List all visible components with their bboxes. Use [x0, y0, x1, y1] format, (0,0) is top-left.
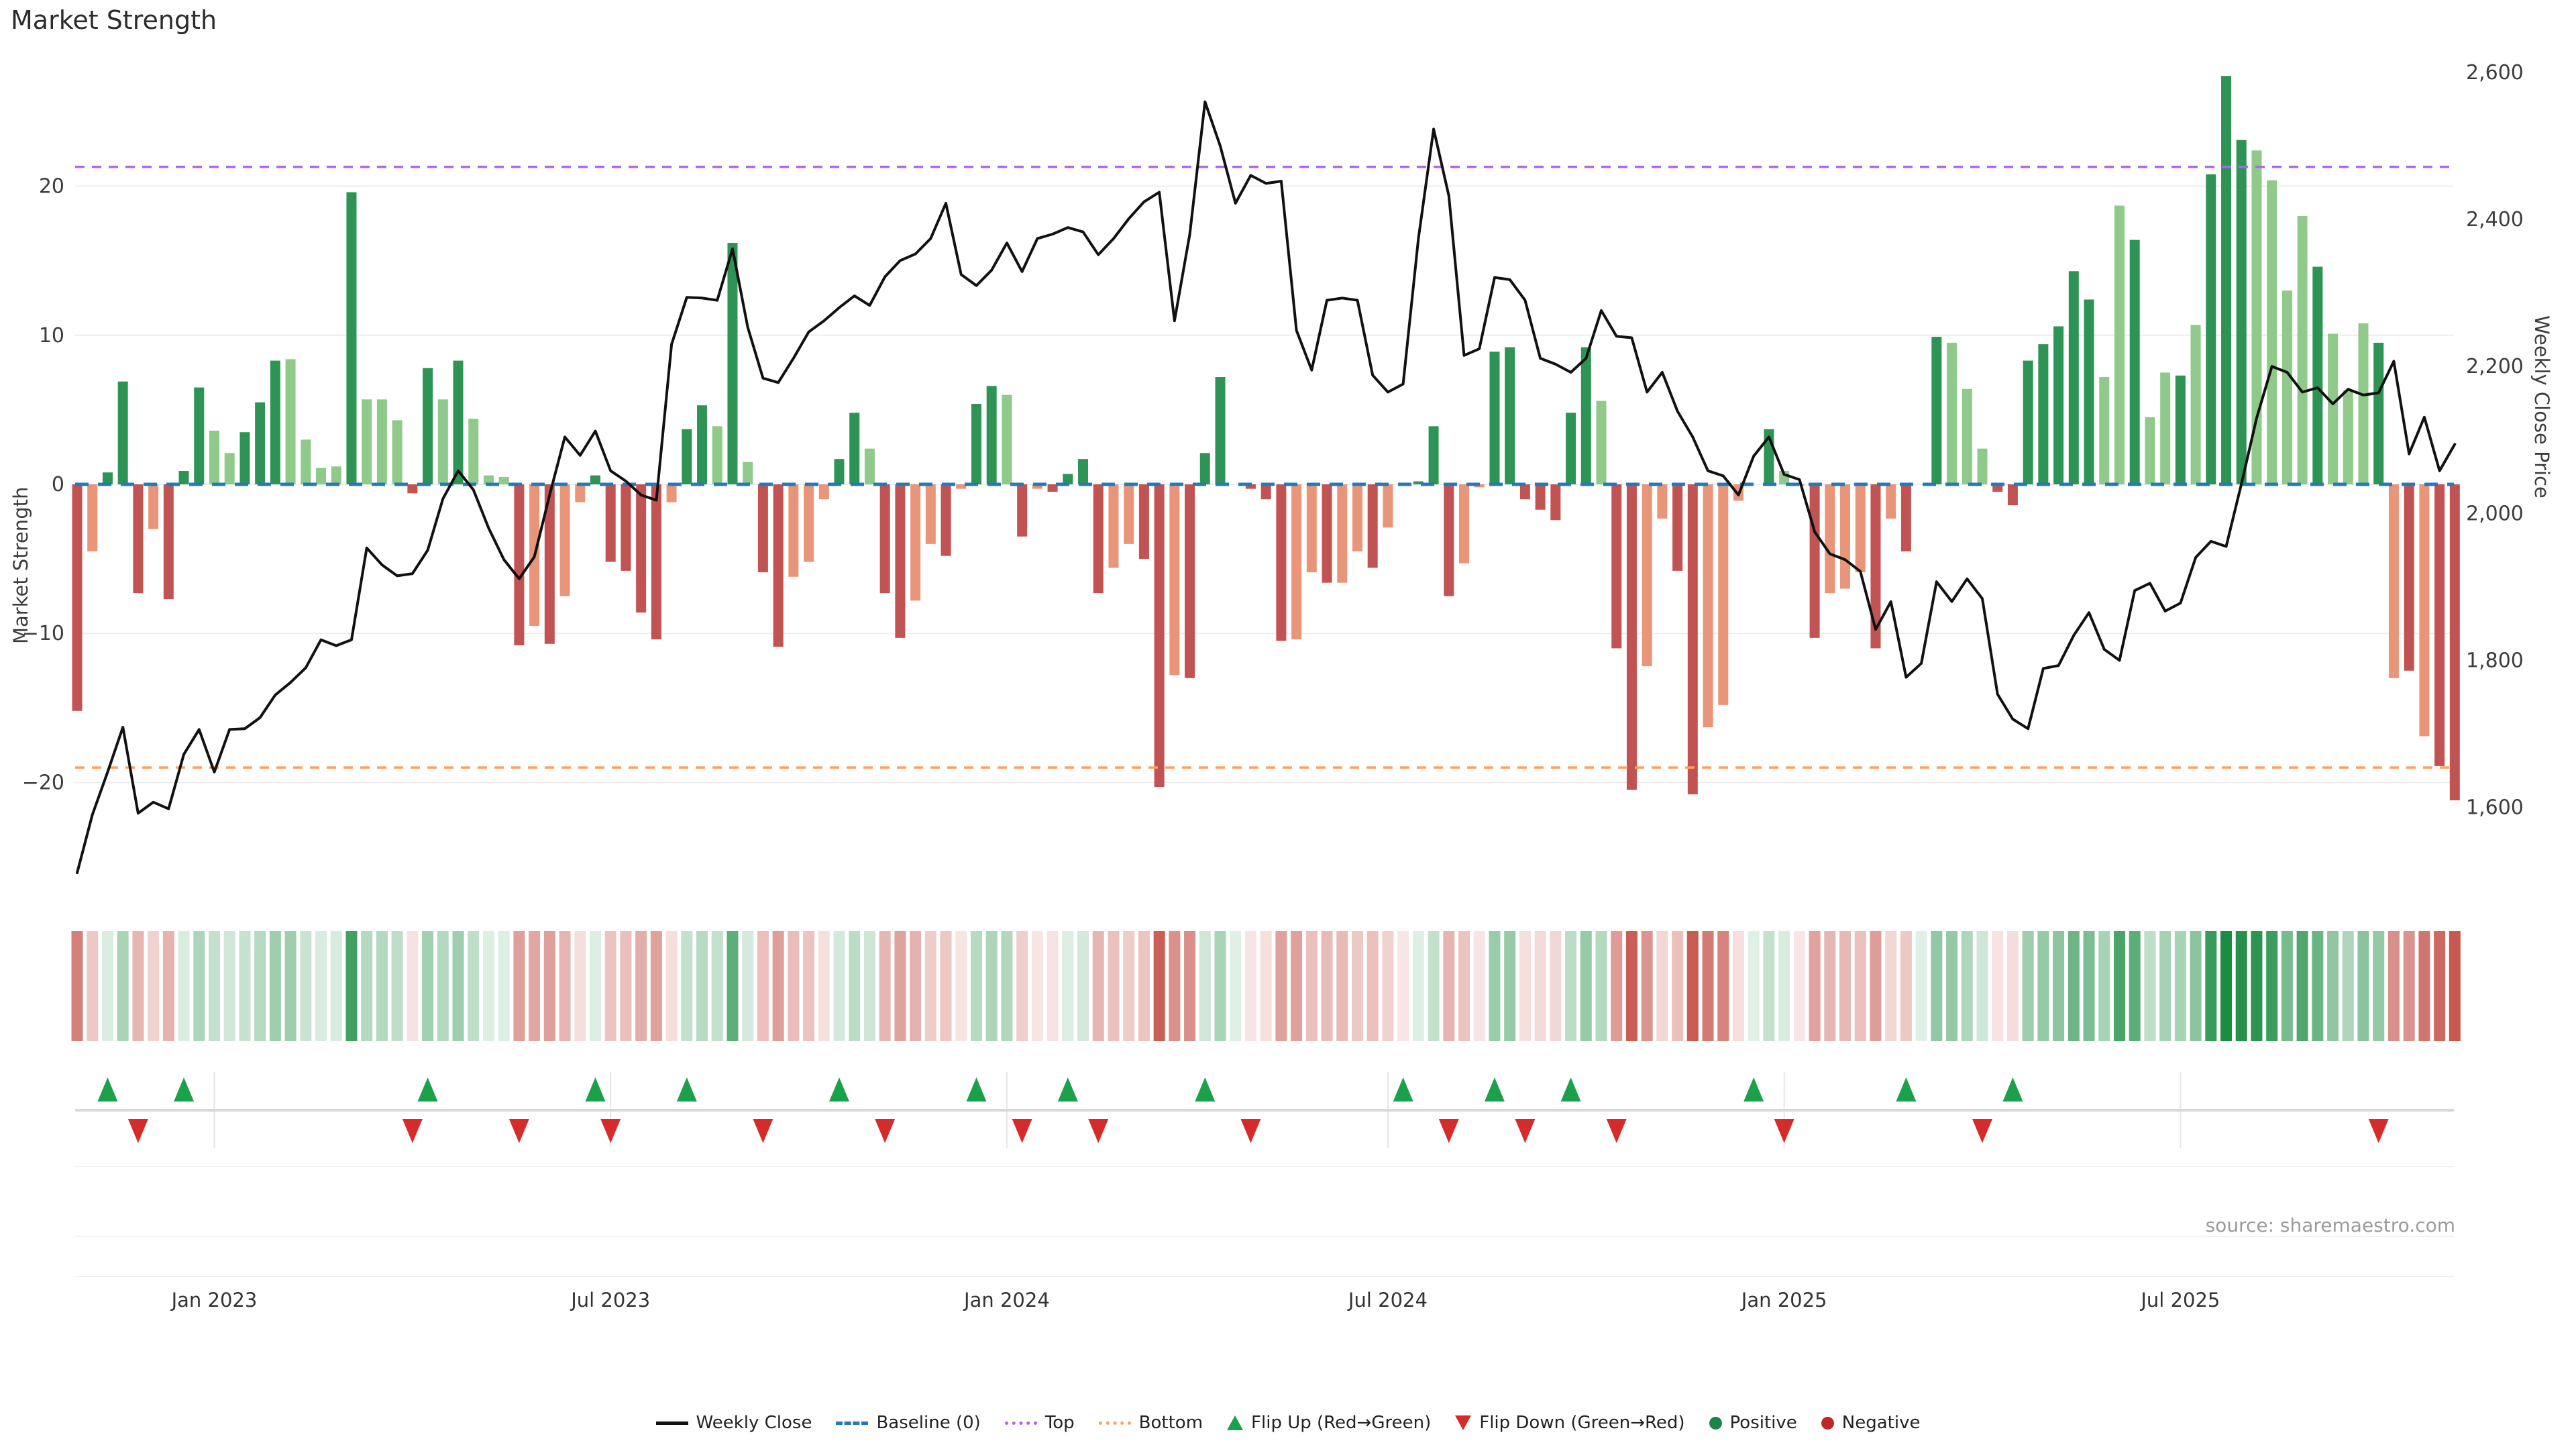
- svg-text:Jul 2024: Jul 2024: [1347, 1289, 1428, 1311]
- svg-text:10: 10: [39, 324, 64, 347]
- left-axis-ticks: 20 10 0 −10 −20: [22, 175, 64, 795]
- positive-dot-icon: [1709, 1417, 1722, 1430]
- svg-text:Jan 2024: Jan 2024: [963, 1289, 1050, 1311]
- legend-item-negative[interactable]: Negative: [1821, 1413, 1921, 1433]
- legend-item-flip-up[interactable]: Flip Up (Red→Green): [1227, 1413, 1431, 1433]
- svg-text:2,600: 2,600: [2466, 61, 2524, 85]
- flip-marker-panel: [75, 1072, 2454, 1148]
- negative-dot-icon: [1821, 1417, 1834, 1430]
- legend-label: Flip Down (Green→Red): [1479, 1413, 1684, 1433]
- svg-text:2,200: 2,200: [2466, 355, 2524, 378]
- right-axis-ticks: 2,600 2,400 2,200 2,000 1,800 1,600: [2466, 61, 2524, 820]
- weekly-close-line-icon: [656, 1421, 688, 1425]
- svg-text:Jan 2025: Jan 2025: [1740, 1289, 1827, 1311]
- chart-canvas: 20 10 0 −10 −20 2,600 2,400 2,200 2,000 1,800 1,60…: [0, 0, 2576, 1449]
- legend-item-flip-down[interactable]: Flip Down (Green→Red): [1455, 1413, 1684, 1433]
- svg-text:0: 0: [52, 473, 64, 496]
- legend-label: Flip Up (Red→Green): [1251, 1413, 1431, 1433]
- svg-text:2,000: 2,000: [2466, 502, 2524, 525]
- bottom-dotted-line-icon: [1099, 1421, 1131, 1425]
- legend-item-baseline[interactable]: Baseline (0): [836, 1413, 980, 1433]
- svg-text:2,400: 2,400: [2466, 208, 2524, 231]
- legend-label: Negative: [1842, 1413, 1921, 1433]
- svg-text:−20: −20: [22, 771, 64, 794]
- legend-label: Baseline (0): [876, 1413, 980, 1433]
- legend-label: Weekly Close: [696, 1413, 812, 1433]
- svg-text:Jul 2025: Jul 2025: [2139, 1289, 2220, 1311]
- source-note: source: sharemaestro.com: [2206, 1214, 2455, 1236]
- svg-text:20: 20: [39, 175, 64, 199]
- svg-text:−10: −10: [22, 622, 64, 645]
- market-strength-chart: Market Strength Market Strength Weekly C…: [0, 0, 2576, 1449]
- heatmap-strip: [72, 931, 2461, 1041]
- x-axis-ticks: Jan 2023 Jul 2023 Jan 2024 Jul 2024 Jan 2025…: [170, 1289, 2220, 1311]
- svg-text:Jul 2023: Jul 2023: [570, 1289, 650, 1311]
- svg-text:1,800: 1,800: [2466, 649, 2524, 672]
- triangle-up-icon: [1227, 1415, 1243, 1430]
- legend-label: Bottom: [1139, 1413, 1203, 1433]
- gridlines: [75, 186, 2454, 1277]
- legend-item-weekly-close[interactable]: Weekly Close: [656, 1413, 812, 1433]
- legend-item-bottom[interactable]: Bottom: [1099, 1413, 1203, 1433]
- legend-label: Top: [1045, 1413, 1075, 1433]
- svg-text:1,600: 1,600: [2466, 796, 2524, 820]
- flip-up-markers: [97, 1077, 2023, 1102]
- top-dotted-line-icon: [1005, 1421, 1037, 1425]
- triangle-down-icon: [1455, 1415, 1471, 1430]
- svg-text:Jan 2023: Jan 2023: [170, 1289, 258, 1311]
- legend-label: Positive: [1730, 1413, 1797, 1433]
- legend-item-top[interactable]: Top: [1005, 1413, 1075, 1433]
- baseline-dash-icon: [836, 1421, 868, 1425]
- flip-down-markers: [128, 1119, 2389, 1143]
- legend-item-positive[interactable]: Positive: [1709, 1413, 1797, 1433]
- legend: Weekly Close Baseline (0) Top Bottom Fli…: [0, 1413, 2576, 1433]
